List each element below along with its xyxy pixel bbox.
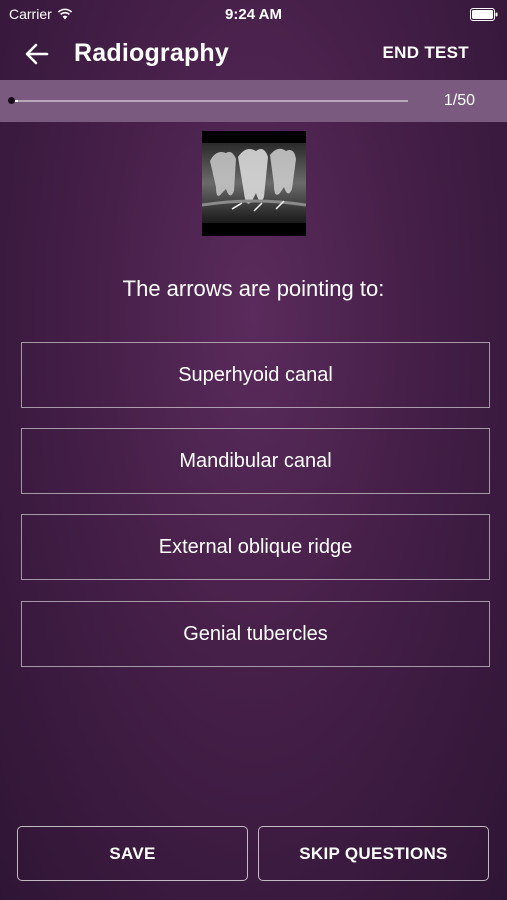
end-test-button[interactable]: END TEST	[383, 43, 469, 63]
nav-bar: Radiography END TEST	[0, 28, 507, 80]
page-title: Radiography	[74, 39, 229, 67]
progress-count: 1/50	[443, 92, 475, 109]
save-button[interactable]: SAVE	[17, 826, 248, 881]
wifi-icon	[57, 8, 72, 20]
skip-questions-button[interactable]: SKIP QUESTIONS	[258, 826, 489, 881]
back-button[interactable]	[22, 40, 52, 68]
carrier-label: Carrier	[9, 6, 52, 22]
radiograph-graphic	[202, 143, 306, 223]
status-time: 9:24 AM	[225, 5, 282, 23]
progress-strip: 1/50	[0, 80, 507, 122]
dental-radiograph-image	[202, 131, 306, 236]
answer-option-2[interactable]: Mandibular canal	[21, 428, 490, 494]
battery-icon	[470, 7, 498, 21]
progress-thumb	[8, 97, 15, 104]
progress-track	[10, 100, 408, 102]
arrow-left-icon	[25, 43, 49, 65]
answer-option-1[interactable]: Superhyoid canal	[21, 342, 490, 408]
status-bar: Carrier 9:24 AM	[0, 0, 507, 28]
status-left: Carrier	[9, 6, 73, 22]
answer-option-4[interactable]: Genial tubercles	[21, 601, 490, 667]
question-text: The arrows are pointing to:	[122, 276, 385, 301]
answer-option-3[interactable]: External oblique ridge	[21, 514, 490, 580]
